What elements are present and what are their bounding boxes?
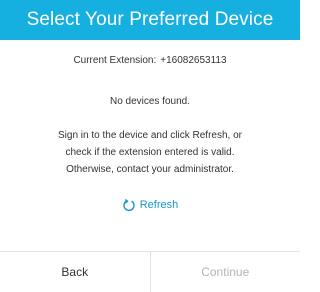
current-extension: Current Extension: +16082653113 — [0, 55, 300, 66]
continue-button[interactable]: Continue — [151, 252, 301, 292]
help-line: Sign in to the device and click Refresh,… — [58, 130, 242, 141]
refresh-label: Refresh — [139, 199, 179, 211]
help-line: check if the extension entered is valid. — [65, 147, 235, 158]
back-button[interactable]: Back — [0, 252, 151, 292]
help-line: Otherwise, contact your administrator. — [66, 164, 234, 175]
dialog-footer: Back Continue — [0, 251, 300, 292]
device-select-dialog: Select Your Preferred Device Current Ext… — [0, 0, 300, 292]
no-devices-message: No devices found. — [109, 96, 191, 107]
extension-label: Current Extension: — [73, 55, 157, 66]
refresh-button[interactable]: Refresh — [0, 198, 300, 212]
refresh-icon — [123, 199, 135, 212]
dialog-header: Select Your Preferred Device — [0, 0, 300, 40]
dialog-title: Select Your Preferred Device — [26, 9, 274, 30]
help-text: Sign in to the device and click Refresh,… — [0, 127, 300, 178]
extension-value: +16082653113 — [160, 55, 227, 66]
